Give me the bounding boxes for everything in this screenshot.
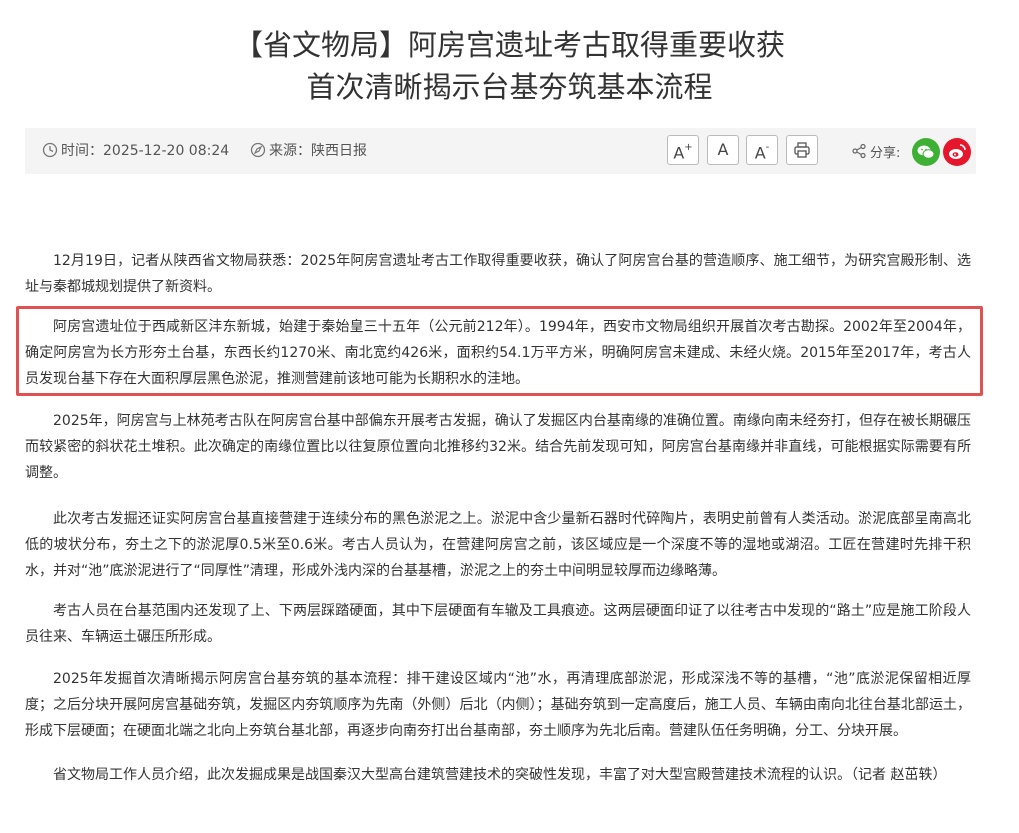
font-decrease-sup: -	[765, 142, 770, 153]
clock-icon	[42, 142, 58, 158]
paragraph-1: 12月19日，记者从陕西省文物局获悉：2025年阿房宫遗址考古工作取得重要收获，…	[25, 253, 971, 295]
time-label: 时间：	[61, 143, 103, 159]
source-label: 来源：	[269, 143, 311, 159]
print-icon	[794, 142, 810, 158]
publish-time: 时间：2025-12-20 08:24	[42, 142, 229, 160]
wechat-share-button[interactable]	[912, 138, 940, 166]
title-line-2: 首次清晰揭示台基夯筑基本流程	[306, 70, 713, 104]
time-value: 2025-12-20 08:24	[103, 143, 230, 159]
font-increase-label: A	[673, 143, 685, 163]
weibo-icon	[949, 144, 966, 159]
compass-icon	[250, 142, 266, 158]
wechat-icon	[917, 145, 935, 159]
paragraph-4: 此次考古发掘还证实阿房宫台基直接营建于连续分布的黑色淤泥之上。淤泥中含少量新石器…	[25, 511, 971, 579]
article-source: 来源：陕西日报	[250, 142, 367, 160]
font-increase-sup: +	[684, 142, 693, 153]
article-meta-bar: 时间：2025-12-20 08:24 来源：陕西日报 A+ A A- 分享:	[25, 128, 976, 174]
font-normal-button[interactable]: A	[707, 135, 739, 165]
share-icon	[852, 143, 866, 159]
paragraph-7: 省文物局工作人员介绍，此次发掘成果是战国秦汉大型高台建筑营建技术的突破性发现，丰…	[53, 767, 947, 783]
font-decrease-button[interactable]: A-	[746, 135, 778, 165]
paragraph-6: 2025年发掘首次清晰揭示阿房宫台基夯筑的基本流程：排干建设区域内“池”水，再清…	[25, 671, 971, 739]
font-decrease-label: A	[754, 143, 766, 163]
weibo-share-button[interactable]	[943, 138, 971, 166]
source-value: 陕西日报	[311, 143, 367, 159]
paragraph-2: 阿房宫遗址位于西咸新区沣东新城，始建于秦始皇三十五年（公元前212年）。1994…	[25, 319, 971, 387]
font-increase-button[interactable]: A+	[667, 135, 699, 165]
paragraph-3: 2025年，阿房宫与上林苑考古队在阿房宫台基中部偏东开展考古发掘，确认了发掘区内…	[25, 413, 971, 481]
print-button[interactable]	[786, 135, 818, 165]
font-normal-label: A	[717, 140, 729, 159]
share-label: 分享:	[870, 146, 901, 161]
paragraph-5: 考古人员在台基范围内还发现了上、下两层踩踏硬面，其中下层硬面有车辙及工具痕迹。这…	[25, 603, 971, 645]
article-title: 【省文物局】阿房宫遗址考古取得重要收获 首次清晰揭示台基夯筑基本流程	[0, 24, 1019, 108]
title-line-1: 【省文物局】阿房宫遗址考古取得重要收获	[233, 28, 785, 62]
